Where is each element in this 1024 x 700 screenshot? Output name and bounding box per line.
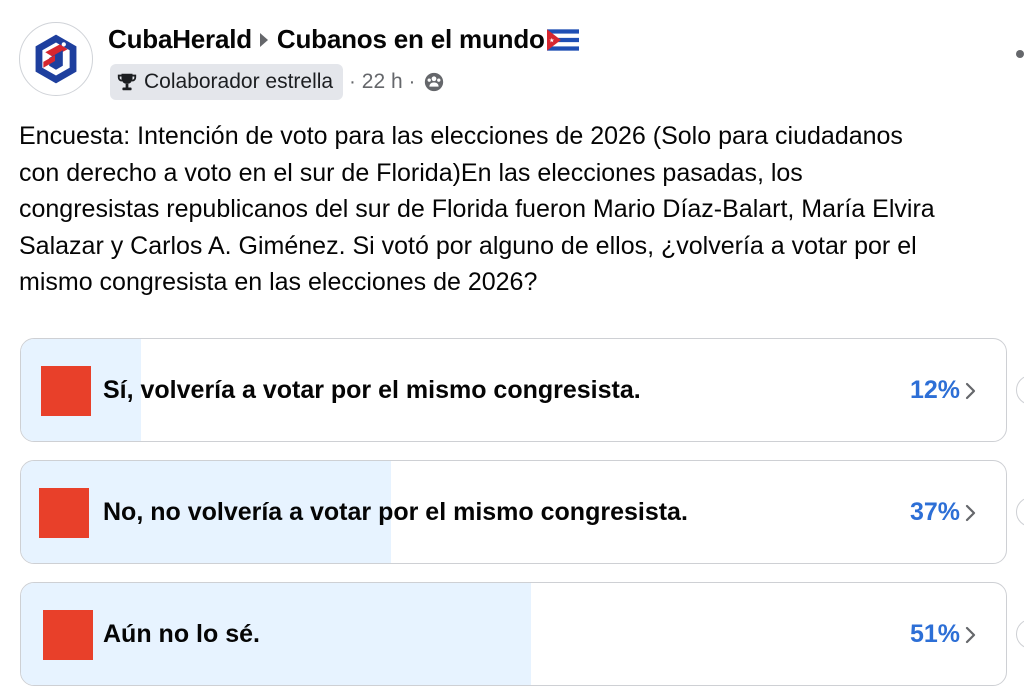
meta-separator: · [408, 70, 416, 93]
chevron-right-icon [960, 381, 980, 401]
top-contributor-badge[interactable]: Colaborador estrella [110, 64, 344, 100]
caret-right-icon [259, 32, 268, 47]
post-header: CubaHerald Cubanos en el mundo [108, 24, 579, 55]
chevron-right-icon [960, 625, 980, 645]
poll-option-label: Aún no lo sé. [103, 619, 260, 648]
voter-avatar[interactable] [1016, 375, 1024, 405]
cubaherald-logo-icon [20, 23, 92, 95]
poll-option-percent: 12% [909, 375, 960, 404]
poll-option-percent: 51% [909, 619, 960, 648]
post-text: Encuesta: Intención de voto para las ele… [19, 122, 935, 296]
poll-option-label: No, no volvería a votar por el mismo con… [103, 497, 688, 526]
group-name[interactable]: Cubanos en el mundo [277, 24, 545, 55]
option-color-square [41, 366, 91, 416]
post-timestamp[interactable]: 22 h [362, 70, 403, 94]
poll-result-bar [21, 583, 531, 685]
more-options-icon[interactable] [1016, 50, 1024, 58]
poll-option[interactable]: Aún no lo sé. 51% [20, 582, 1007, 686]
meta-separator: · [349, 70, 356, 93]
option-color-square [43, 610, 93, 660]
voter-avatar[interactable] [1016, 619, 1024, 649]
author-name[interactable]: CubaHerald [108, 24, 252, 55]
poll-option-label: Sí, volvería a votar por el mismo congre… [103, 375, 641, 404]
option-color-square [39, 488, 89, 538]
cuba-flag-icon [546, 28, 579, 51]
poll-option[interactable]: No, no volvería a votar por el mismo con… [20, 460, 1007, 564]
badge-label: Colaborador estrella [144, 70, 334, 93]
voter-avatar[interactable] [1016, 497, 1024, 527]
author-avatar[interactable] [19, 22, 93, 96]
public-group-icon[interactable] [423, 71, 445, 93]
chevron-right-icon [960, 503, 980, 523]
poll-option-percent: 37% [909, 497, 960, 526]
poll-option[interactable]: Sí, volvería a votar por el mismo congre… [20, 338, 1007, 442]
post-meta: Colaborador estrella · 22 h · [110, 64, 445, 100]
trophy-icon [116, 71, 138, 93]
